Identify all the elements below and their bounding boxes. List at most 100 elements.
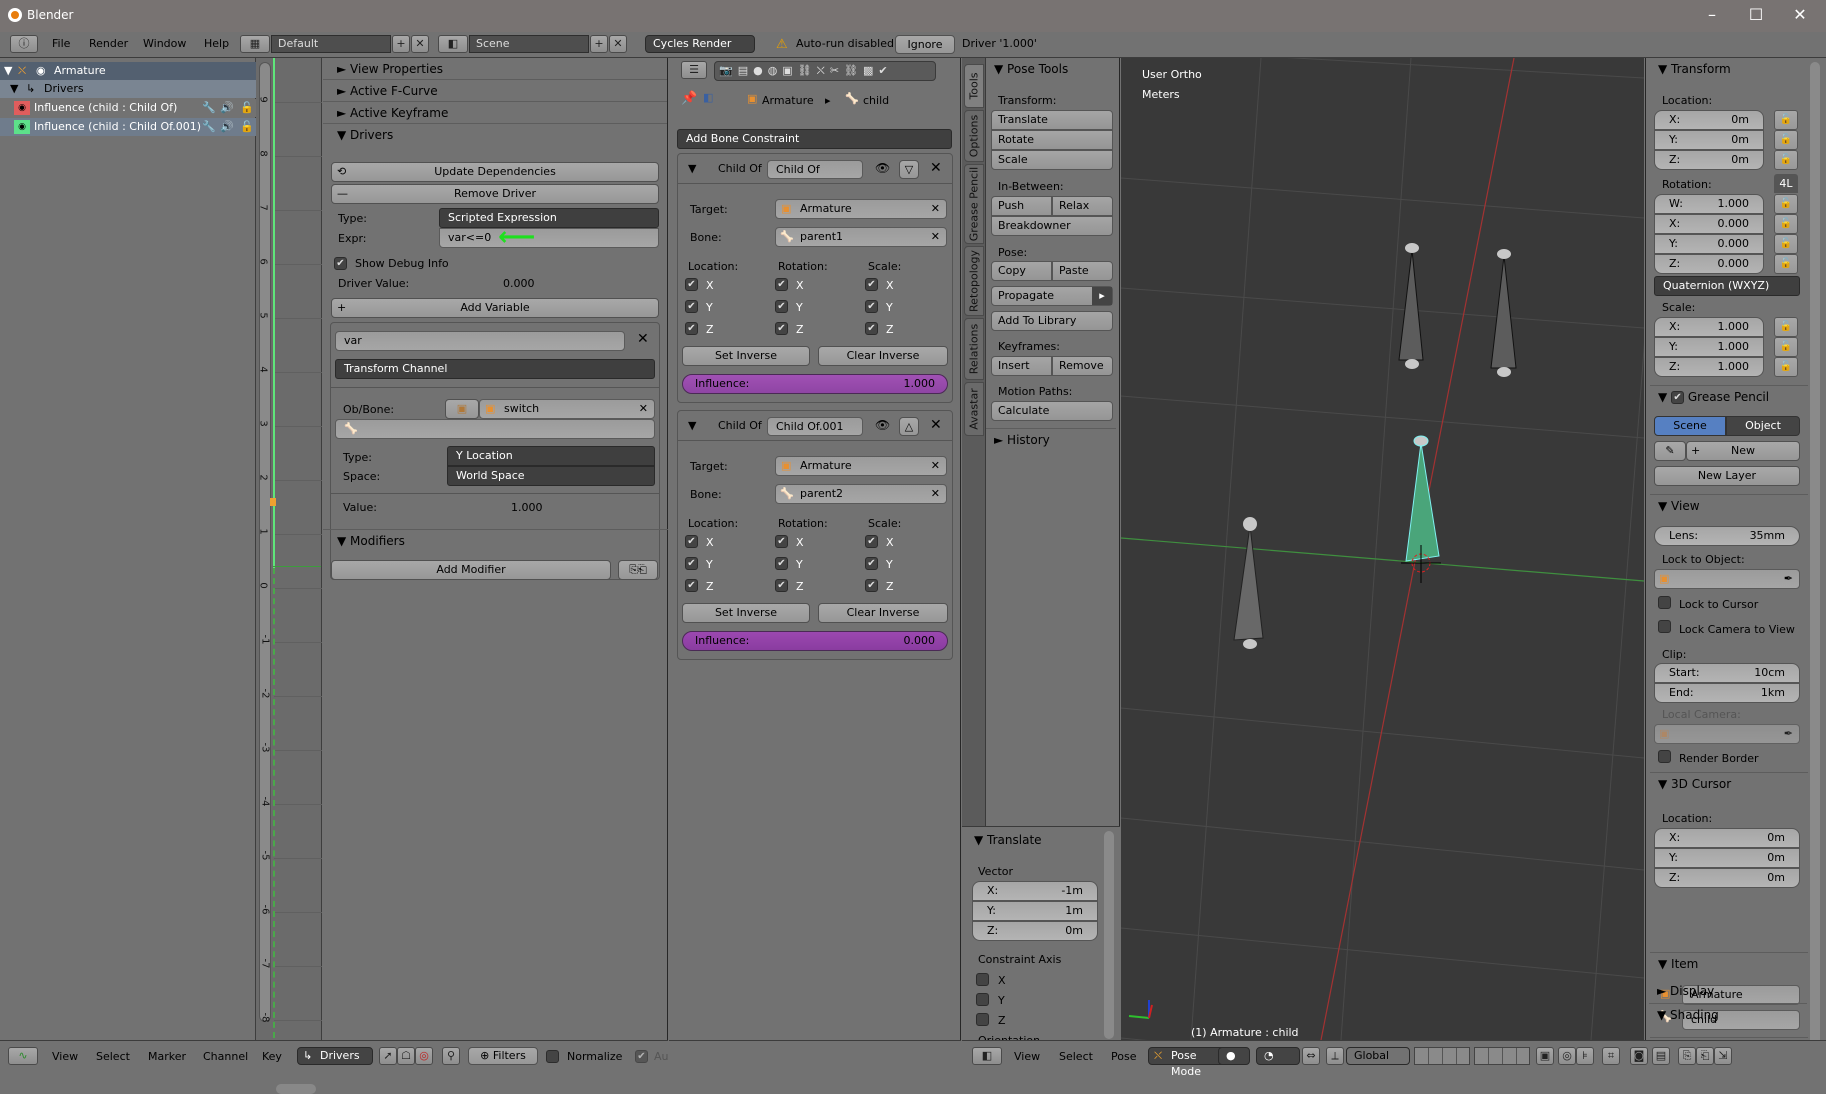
number-field-z[interactable]: Z: 0m: [1654, 868, 1800, 888]
lock-icon[interactable]: 🔓: [1774, 234, 1798, 254]
grease-pencil-enabled-checkbox[interactable]: ✔: [1671, 391, 1685, 404]
panel-active-fcurve[interactable]: ► Active F-Curve: [323, 80, 667, 102]
auto-checkbox[interactable]: ✔: [635, 1050, 648, 1063]
clear-target-icon[interactable]: ✕: [931, 200, 940, 218]
paste-flipped-pose-icon[interactable]: ⇲: [1714, 1047, 1732, 1065]
channel-drivers-group[interactable]: ▼ ↳ Drivers: [0, 80, 256, 98]
lock-camera-checkbox[interactable]: [1658, 620, 1671, 633]
pin-icon[interactable]: 📌: [681, 91, 697, 106]
panel-3d-cursor[interactable]: ▼ 3D Cursor: [1646, 773, 1811, 795]
delete-constraint-icon[interactable]: ✕: [930, 160, 942, 176]
update-dependencies-button[interactable]: ⟲ Update Dependencies: [331, 162, 659, 182]
location-x-checkbox[interactable]: ✔: [685, 535, 698, 548]
copy-pose-button[interactable]: Copy: [991, 261, 1052, 281]
add-bone-constraint-select[interactable]: Add Bone Constraint: [677, 129, 952, 149]
collapse-triangle-icon[interactable]: ▼: [688, 419, 696, 432]
disclosure-triangle-icon[interactable]: ▼: [10, 80, 18, 98]
channel-armature[interactable]: ▼ ⛌ ◉ Armature: [0, 62, 256, 80]
channel-influence-child-of-001[interactable]: ◉ Influence (child : Child Of.001) 🔧 🔊 🔓: [0, 118, 256, 136]
opengl-animation-icon[interactable]: ▤: [1652, 1047, 1670, 1065]
close-button[interactable]: ✕: [1780, 4, 1820, 26]
space-select[interactable]: World Space: [447, 466, 655, 486]
view3d-menu-pose[interactable]: Pose: [1111, 1050, 1136, 1063]
gp-pencil-icon[interactable]: ✎: [1654, 441, 1686, 461]
rotate-button[interactable]: Rotate: [991, 130, 1113, 150]
tab-relations[interactable]: Relations: [964, 318, 984, 380]
snap-element-icon[interactable]: ⌗: [1602, 1047, 1620, 1065]
copy-paste-modifiers-icon[interactable]: ⎘⎗: [618, 560, 658, 580]
panel-grease-pencil[interactable]: ▼ ✔ Grease Pencil: [1646, 386, 1811, 408]
rotation-y-checkbox[interactable]: ✔: [775, 557, 788, 570]
variable-name-input[interactable]: var: [335, 331, 625, 351]
menu-file[interactable]: File: [52, 37, 70, 50]
editor-type-properties-icon[interactable]: ☰: [681, 61, 707, 79]
pivot-point-select[interactable]: ◔: [1256, 1047, 1300, 1065]
lock-to-object-field[interactable]: ▣ ✒: [1654, 569, 1800, 589]
panel-display[interactable]: ► Display: [1645, 980, 1810, 1002]
panel-translate-op[interactable]: ▼ Translate: [962, 829, 1092, 851]
clip-end-field[interactable]: End: 1km: [1654, 683, 1800, 703]
constraint-name-input[interactable]: Child Of: [767, 160, 863, 179]
view3d-menu-select[interactable]: Select: [1059, 1050, 1093, 1063]
number-field-x[interactable]: X: 0m: [1654, 828, 1800, 848]
propagate-arrow-icon[interactable]: ▸: [1092, 287, 1112, 305]
clear-bone-icon[interactable]: ✕: [931, 485, 940, 503]
location-z-checkbox[interactable]: ✔: [685, 322, 698, 335]
ignore-button[interactable]: Ignore: [895, 35, 955, 54]
add-to-library-button[interactable]: Add To Library: [991, 311, 1113, 331]
layer-buttons-b[interactable]: [1474, 1047, 1530, 1065]
delete-constraint-icon[interactable]: ✕: [930, 417, 942, 433]
show-debug-checkbox[interactable]: ✔: [334, 257, 347, 270]
remove-driver-button[interactable]: — Remove Driver: [331, 184, 659, 204]
editor-type-3dview-icon[interactable]: ◧: [972, 1047, 1002, 1065]
paste-pose-icon[interactable]: ⎗: [1696, 1047, 1714, 1065]
number-field-z[interactable]: Z: 0.000: [1654, 254, 1764, 274]
rotation-lock-4l-button[interactable]: 4L: [1774, 174, 1798, 193]
driver-type-select[interactable]: Scripted Expression: [439, 208, 659, 228]
lock-icon[interactable]: 🔓: [240, 118, 254, 136]
remove-variable-icon[interactable]: ✕: [637, 331, 649, 347]
layout-selector[interactable]: Default: [271, 35, 391, 53]
panel-view-properties[interactable]: ► View Properties: [323, 58, 667, 80]
add-variable-button[interactable]: + Add Variable: [331, 298, 659, 318]
channel-color-eye-icon[interactable]: ◉: [14, 101, 30, 115]
editor-type-graph-icon[interactable]: ∿: [8, 1047, 38, 1065]
expression-input[interactable]: var<=0: [439, 228, 659, 248]
render-engine-select[interactable]: Cycles Render: [645, 35, 755, 53]
clear-inverse-button[interactable]: Clear Inverse: [818, 603, 948, 623]
add-scene-icon[interactable]: +: [590, 35, 608, 53]
clear-target-icon[interactable]: ✕: [931, 457, 940, 475]
panel-drivers[interactable]: ▼ Drivers: [323, 124, 667, 146]
bone-layers-icon[interactable]: ▣: [1536, 1047, 1554, 1065]
collapse-triangle-icon[interactable]: ▼: [688, 162, 696, 175]
calculate-paths-button[interactable]: Calculate: [991, 401, 1113, 421]
wrench-icon[interactable]: 🔧: [202, 118, 216, 136]
add-modifier-button[interactable]: Add Modifier: [331, 560, 611, 580]
id-type-selector[interactable]: ▣: [445, 399, 479, 419]
remove-layout-icon[interactable]: ✕: [411, 35, 429, 53]
menu-window[interactable]: Window: [143, 37, 186, 50]
channel-color-eye-icon[interactable]: ◉: [14, 120, 30, 134]
subtarget-bone-field[interactable]: 🦴 parent1 ✕: [775, 227, 947, 247]
mute-speaker-icon[interactable]: 🔊: [220, 99, 234, 117]
panel-pose-tools[interactable]: ▼ Pose Tools: [986, 58, 1120, 80]
subtarget-bone-field[interactable]: 🦴 parent2 ✕: [775, 484, 947, 504]
number-field-z[interactable]: Z: 1.000: [1654, 357, 1764, 377]
rotation-y-checkbox[interactable]: ✔: [775, 300, 788, 313]
graph-menu-marker[interactable]: Marker: [148, 1050, 186, 1063]
lock-icon[interactable]: 🔓: [240, 99, 254, 117]
viewport-shading-select[interactable]: ●: [1218, 1047, 1250, 1065]
lock-icon[interactable]: 🔓: [1774, 110, 1798, 130]
vector-x-field[interactable]: X: -1m: [972, 881, 1098, 901]
lock-icon[interactable]: 🔓: [1774, 130, 1798, 150]
graph-menu-key[interactable]: Key: [262, 1050, 282, 1063]
number-field-y[interactable]: Y: 1.000: [1654, 337, 1764, 357]
constraint-name-input[interactable]: Child Of.001: [767, 417, 863, 436]
tab-options[interactable]: Options: [964, 110, 984, 162]
number-field-y[interactable]: Y: 0m: [1654, 130, 1764, 150]
scene-icon[interactable]: ◧: [438, 35, 468, 53]
relax-button[interactable]: Relax: [1052, 196, 1113, 216]
constraint-y-checkbox[interactable]: [976, 993, 989, 1006]
gp-new-button[interactable]: + New: [1686, 441, 1800, 461]
vector-y-field[interactable]: Y: 1m: [972, 901, 1098, 921]
